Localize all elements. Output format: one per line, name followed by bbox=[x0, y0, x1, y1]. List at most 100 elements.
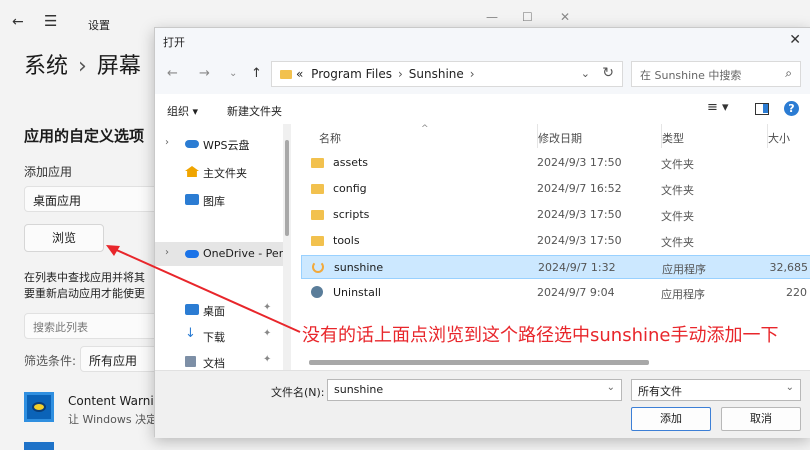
nav-item-label: 主文件夹 bbox=[203, 167, 247, 180]
cloud-icon bbox=[185, 140, 199, 148]
folder-icon bbox=[311, 158, 324, 168]
search-input[interactable]: 在 Sunshine 中搜索 ⌕ bbox=[631, 61, 801, 87]
browse-button[interactable]: 浏览 bbox=[24, 224, 104, 252]
nav-item-wps-cloud[interactable]: › WPS云盘 bbox=[155, 132, 283, 156]
chevron-right-icon: › bbox=[397, 67, 403, 81]
breadcrumb-display: 屏幕 bbox=[96, 54, 141, 79]
folder-icon bbox=[280, 70, 292, 79]
nav-item-gallery[interactable]: 图库 bbox=[155, 188, 283, 212]
add-button[interactable]: 添加 bbox=[631, 407, 711, 431]
recent-dropdown-icon[interactable]: ⌄ bbox=[229, 68, 237, 79]
help-icon[interactable]: ? bbox=[784, 101, 799, 116]
expand-icon[interactable]: › bbox=[165, 247, 169, 258]
gallery-icon bbox=[185, 194, 199, 205]
nav-item-documents[interactable]: 文档 ✦ bbox=[155, 350, 283, 370]
chevron-right-icon[interactable]: › bbox=[470, 67, 475, 81]
file-type: 文件夹 bbox=[661, 210, 694, 223]
chevron-down-icon[interactable]: ⌄ bbox=[581, 67, 590, 80]
settings-title: 设置 bbox=[88, 19, 110, 32]
address-overflow[interactable]: « bbox=[296, 67, 303, 81]
description-line: 在列表中查找应用并将其 bbox=[24, 271, 145, 284]
file-date: 2024/9/3 17:50 bbox=[537, 234, 622, 247]
column-header-type[interactable]: 类型 bbox=[661, 124, 684, 148]
file-row[interactable]: tools 2024/9/3 17:50 文件夹 bbox=[301, 229, 810, 253]
up-icon[interactable]: ↑ bbox=[251, 66, 262, 81]
expand-icon[interactable]: › bbox=[165, 137, 169, 148]
chevron-down-icon[interactable]: ⌄ bbox=[786, 382, 794, 393]
file-name: sunshine bbox=[334, 261, 384, 274]
cancel-button[interactable]: 取消 bbox=[721, 407, 801, 431]
new-folder-button[interactable]: 新建文件夹 bbox=[227, 103, 282, 119]
breadcrumb: 系统 › 屏幕 bbox=[24, 48, 141, 80]
description-line: 要重新启动应用才能使更 bbox=[24, 287, 145, 300]
nav-item-downloads[interactable]: ↓ 下载 ✦ bbox=[155, 324, 283, 348]
bg-close-icon[interactable]: ✕ bbox=[560, 10, 570, 24]
chevron-down-icon[interactable]: ⌄ bbox=[607, 382, 615, 393]
preview-pane-icon[interactable] bbox=[755, 103, 769, 115]
pin-icon[interactable]: ✦ bbox=[263, 328, 271, 339]
file-row[interactable]: config 2024/9/7 16:52 文件夹 bbox=[301, 177, 810, 201]
nav-item-desktop[interactable]: 桌面 ✦ bbox=[155, 298, 283, 322]
bg-maximize-icon[interactable]: ☐ bbox=[522, 10, 533, 24]
forward-icon[interactable]: → bbox=[199, 66, 210, 81]
file-row[interactable]: assets 2024/9/3 17:50 文件夹 bbox=[301, 151, 810, 175]
annotation-text: 没有的话上面点浏览到这个路径选中sunshine手动添加一下 bbox=[302, 325, 779, 346]
file-type: 应用程序 bbox=[661, 288, 705, 301]
file-date: 2024/9/7 1:32 bbox=[538, 261, 616, 274]
organize-button[interactable]: 组织 ▾ bbox=[167, 103, 198, 119]
close-icon[interactable]: ✕ bbox=[789, 32, 801, 48]
nav-item-onedrive[interactable]: › OneDrive - Per bbox=[155, 242, 283, 266]
column-header-name[interactable]: 名称 bbox=[319, 124, 341, 148]
section-title: 应用的自定义选项 bbox=[24, 127, 145, 145]
breadcrumb-system[interactable]: 系统 bbox=[24, 54, 68, 79]
column-header-label: 大小 bbox=[768, 132, 790, 145]
column-header-date[interactable]: 修改日期 bbox=[537, 124, 582, 148]
folder-icon bbox=[311, 236, 324, 246]
content-warning-app-icon bbox=[24, 392, 54, 422]
desktop-icon bbox=[185, 304, 199, 315]
nav-item-label: 下载 bbox=[203, 331, 225, 344]
filetype-value: 所有文件 bbox=[638, 385, 682, 398]
open-file-dialog: 打开 ✕ ← → ⌄ ↑ « Program Files › Sunshine › ⌄… bbox=[154, 27, 810, 438]
filename-value: sunshine bbox=[334, 383, 384, 396]
sunshine-app-icon bbox=[312, 261, 324, 273]
filter-label: 筛选条件: bbox=[24, 354, 77, 368]
folder-icon bbox=[311, 184, 324, 194]
address-bar[interactable]: « Program Files › Sunshine › ⌄ ↻ bbox=[271, 61, 623, 87]
nav-item-home[interactable]: 主文件夹 bbox=[155, 160, 283, 184]
file-row[interactable]: Uninstall 2024/9/7 9:04 应用程序 220 bbox=[301, 281, 810, 305]
back-arrow-icon[interactable]: ← bbox=[12, 14, 24, 30]
nav-scrollbar-thumb[interactable] bbox=[285, 140, 289, 236]
nav-item-label: 桌面 bbox=[203, 305, 225, 318]
bg-minimize-icon[interactable]: — bbox=[486, 10, 498, 24]
file-name: tools bbox=[333, 234, 360, 247]
search-icon[interactable]: ⌕ bbox=[785, 66, 792, 81]
file-row[interactable]: scripts 2024/9/3 17:50 文件夹 bbox=[301, 203, 810, 227]
address-crumb-program-files[interactable]: Program Files bbox=[311, 67, 392, 81]
file-size: 220 bbox=[786, 286, 807, 299]
nav-item-label: WPS云盘 bbox=[203, 139, 250, 152]
pin-icon[interactable]: ✦ bbox=[263, 354, 271, 365]
hamburger-menu-icon[interactable]: ☰ bbox=[44, 12, 57, 30]
refresh-icon[interactable]: ↻ bbox=[602, 65, 614, 81]
file-date: 2024/9/3 17:50 bbox=[537, 208, 622, 221]
file-date: 2024/9/3 17:50 bbox=[537, 156, 622, 169]
view-options-icon[interactable]: ≡ ▾ bbox=[707, 100, 729, 115]
filetype-select[interactable]: 所有文件 ⌄ bbox=[631, 379, 801, 401]
documents-icon bbox=[185, 356, 196, 367]
dialog-bottom-bar: 文件名(N): sunshine ⌄ 所有文件 ⌄ 添加 取消 bbox=[155, 370, 810, 438]
nav-item-label: OneDrive - Per bbox=[203, 247, 283, 260]
address-crumb-sunshine[interactable]: Sunshine bbox=[409, 67, 464, 81]
filename-input[interactable]: sunshine ⌄ bbox=[327, 379, 622, 401]
dialog-toolbar: 组织 ▾ 新建文件夹 ≡ ▾ ? bbox=[155, 94, 810, 124]
download-icon: ↓ bbox=[185, 326, 196, 341]
back-icon[interactable]: ← bbox=[167, 66, 178, 81]
column-header-size[interactable]: 大小 bbox=[767, 124, 790, 148]
pin-icon[interactable]: ✦ bbox=[263, 302, 271, 313]
home-icon bbox=[185, 166, 199, 177]
horizontal-scrollbar[interactable] bbox=[309, 360, 649, 365]
file-row-selected[interactable]: sunshine 2024/9/7 1:32 应用程序 32,685 bbox=[301, 255, 810, 279]
file-date: 2024/9/7 16:52 bbox=[537, 182, 622, 195]
nav-item-label: 图库 bbox=[203, 195, 225, 208]
folder-icon bbox=[311, 210, 324, 220]
